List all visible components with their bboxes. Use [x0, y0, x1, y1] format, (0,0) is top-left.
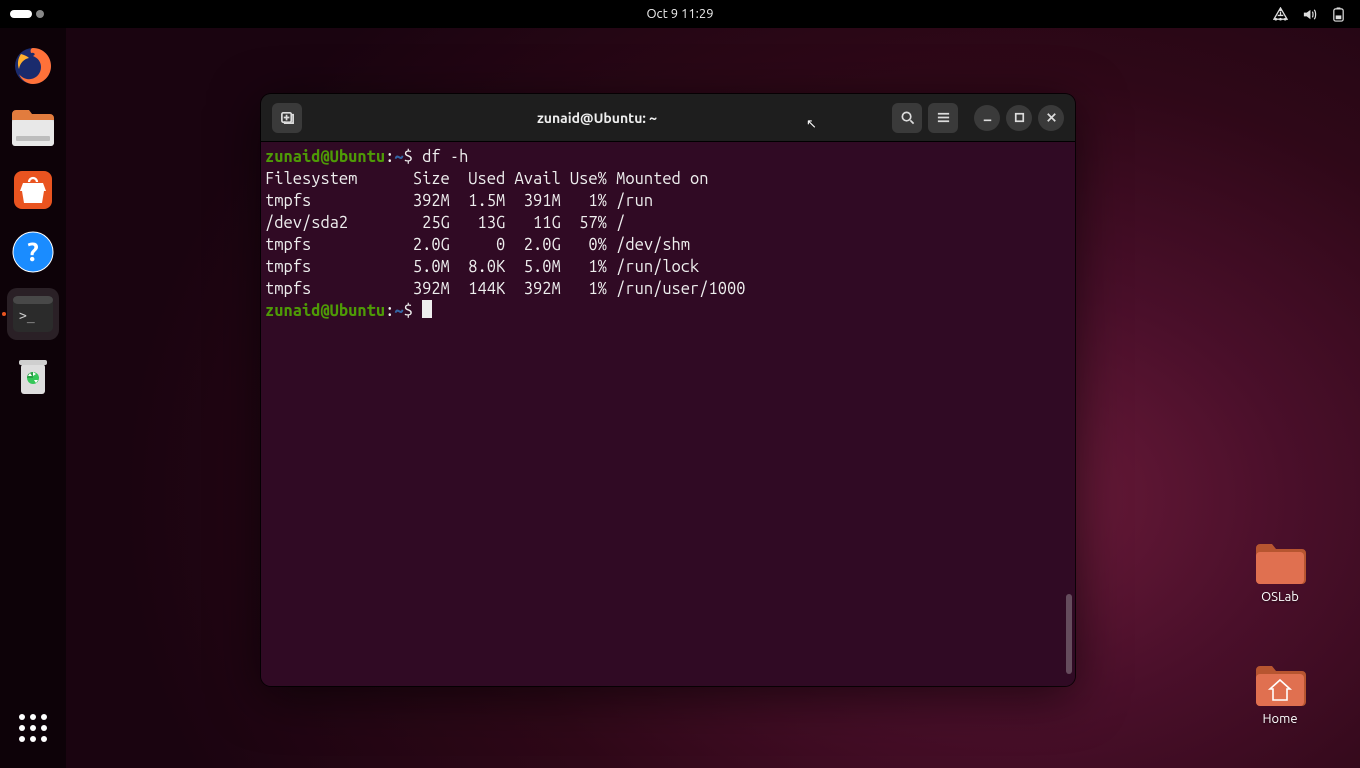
help-icon: ? [11, 230, 55, 274]
minimize-button[interactable] [974, 105, 1000, 131]
dock-firefox[interactable] [7, 40, 59, 92]
output-row: /dev/sda2 25G 13G 11G 57% / [265, 214, 625, 232]
search-icon [900, 110, 915, 125]
menu-button[interactable] [928, 103, 958, 133]
command-text: df -h [422, 148, 468, 166]
desktop-folder-home[interactable]: Home [1240, 660, 1320, 726]
files-icon [10, 108, 56, 148]
minimize-icon [980, 110, 995, 125]
close-button[interactable] [1038, 105, 1064, 131]
folder-icon [1254, 538, 1306, 586]
desktop-folder-oslab[interactable]: OSLab [1240, 538, 1320, 604]
search-button[interactable] [892, 103, 922, 133]
apps-grid-icon [16, 711, 50, 745]
dock-trash[interactable] [7, 350, 59, 402]
dock-terminal[interactable]: >_ [7, 288, 59, 340]
folder-home-icon [1254, 660, 1306, 708]
output-row: tmpfs 392M 144K 392M 1% /run/user/1000 [265, 280, 745, 298]
new-tab-icon [280, 110, 295, 125]
system-tray[interactable] [1273, 7, 1346, 22]
terminal-body[interactable]: zunaid@Ubuntu:~$ df -h Filesystem Size U… [261, 142, 1075, 686]
network-icon [1273, 7, 1288, 22]
dock: ? >_ [0, 28, 66, 768]
dock-help[interactable]: ? [7, 226, 59, 278]
battery-icon [1331, 7, 1346, 22]
maximize-icon [1012, 110, 1027, 125]
activities-button[interactable] [10, 10, 44, 18]
clock[interactable]: Oct 9 11:29 [646, 7, 713, 21]
output-row: tmpfs 5.0M 8.0K 5.0M 1% /run/lock [265, 258, 699, 276]
window-title: zunaid@Ubuntu: ~ [305, 110, 889, 126]
new-tab-button[interactable] [272, 103, 302, 133]
prompt-user: zunaid@Ubuntu [265, 302, 385, 320]
desktop-folder-label: Home [1262, 712, 1297, 726]
top-bar: Oct 9 11:29 [0, 0, 1360, 28]
desktop-folder-label: OSLab [1261, 590, 1299, 604]
prompt-path: ~ [394, 302, 403, 320]
prompt-path: ~ [394, 148, 403, 166]
output-row: tmpfs 392M 1.5M 391M 1% /run [265, 192, 653, 210]
volume-icon [1302, 7, 1317, 22]
terminal-window: zunaid@Ubuntu: ~ zunaid@Ubuntu:~$ df -h … [261, 94, 1075, 686]
close-icon [1044, 110, 1059, 125]
output-header: Filesystem Size Used Avail Use% Mounted … [265, 170, 709, 188]
activities-pill-icon [10, 10, 32, 18]
trash-icon [13, 354, 53, 398]
maximize-button[interactable] [1006, 105, 1032, 131]
titlebar[interactable]: zunaid@Ubuntu: ~ [261, 94, 1075, 142]
scrollbar[interactable] [1066, 594, 1072, 674]
firefox-icon [11, 44, 55, 88]
hamburger-icon [936, 110, 951, 125]
prompt-user: zunaid@Ubuntu [265, 148, 385, 166]
show-applications-button[interactable] [7, 702, 59, 754]
software-icon [11, 168, 55, 212]
dock-files[interactable] [7, 102, 59, 154]
dock-software[interactable] [7, 164, 59, 216]
svg-text:>_: >_ [19, 309, 35, 324]
terminal-icon: >_ [11, 294, 55, 334]
output-row: tmpfs 2.0G 0 2.0G 0% /dev/shm [265, 236, 690, 254]
activities-dot-icon [36, 10, 44, 18]
svg-text:?: ? [27, 237, 38, 266]
cursor [422, 300, 432, 318]
